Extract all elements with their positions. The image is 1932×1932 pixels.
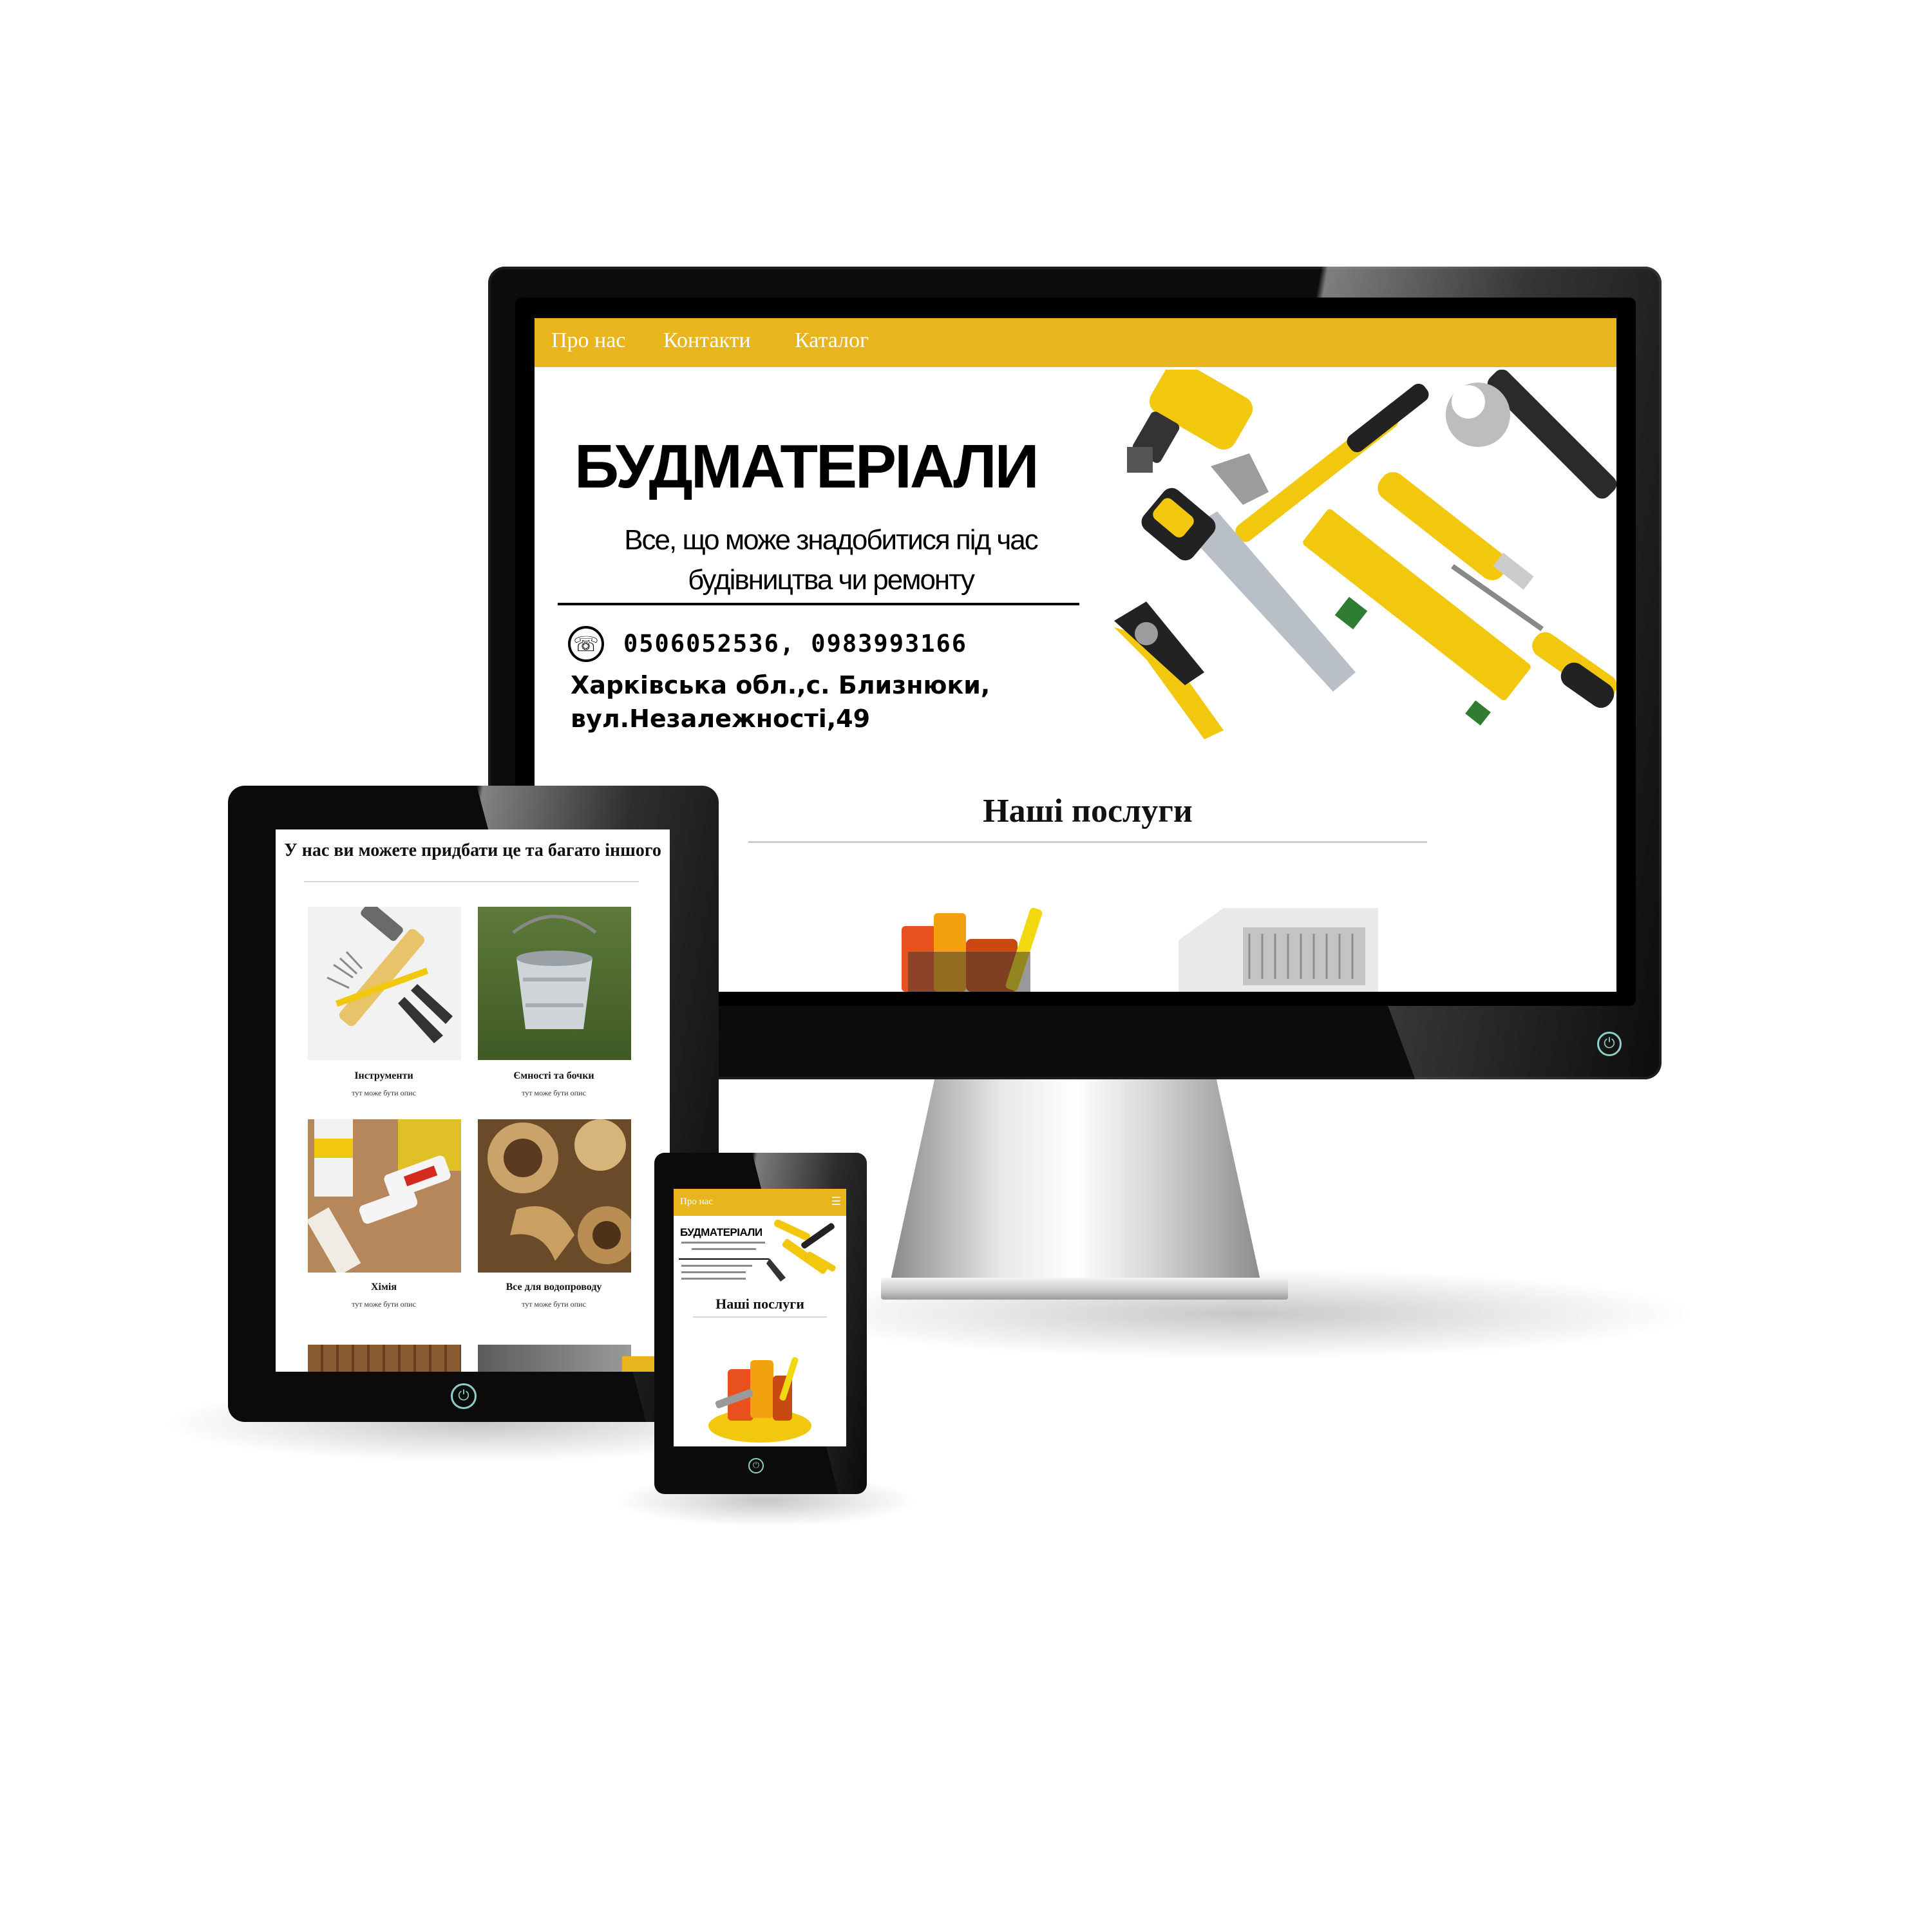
tools-illustration [1114, 370, 1616, 739]
product-title-tools[interactable]: Інструменти [300, 1070, 468, 1082]
air-conditioner-image [1179, 908, 1378, 992]
level-icon [1303, 509, 1531, 726]
product-title-plumbing[interactable]: Все для водопроводу [470, 1282, 638, 1293]
phone-tools-illustration [766, 1220, 836, 1282]
wrench-icon [1446, 370, 1616, 499]
hero-tagline-line1: Все, що може знадобитися під час [624, 524, 1039, 556]
tool-bag-image [902, 907, 1043, 992]
hero-title: БУДМАТЕРІАЛИ [574, 432, 1039, 501]
product-image-wood[interactable] [308, 1345, 461, 1372]
hero-tagline-line2: будівництва чи ремонту [688, 564, 975, 596]
product-title-chemistry[interactable]: Хімія [300, 1282, 468, 1293]
products-heading: У нас ви можете придбати це та багато ін… [284, 840, 661, 860]
product-image-plumbing[interactable] [478, 1119, 631, 1273]
phone-hero-tagline [692, 1248, 756, 1250]
hero-address-line2: вул.Незалежності,49 [571, 705, 871, 733]
monitor-power-icon[interactable]: ⏻ [1597, 1032, 1622, 1056]
product-image-tools[interactable] [308, 907, 461, 1060]
tablet-website: У нас ви можете придбати це та багато ін… [276, 829, 670, 1372]
services-heading: Наші послуги [983, 793, 1193, 829]
phone-power-icon[interactable]: ⏻ [748, 1458, 764, 1473]
nav-link-about[interactable]: Про нас [551, 328, 625, 353]
product-desc-containers: тут може бути опис [522, 1088, 586, 1097]
phone-nav-bar: Про нас ☰ [674, 1189, 846, 1216]
monitor-stand [890, 1079, 1261, 1283]
pliers-icon [1114, 601, 1224, 739]
phone-hero-contacts [681, 1278, 746, 1280]
tablet-power-icon[interactable]: ⏻ [451, 1383, 477, 1409]
products-divider [304, 881, 639, 882]
monitor-base [881, 1278, 1288, 1300]
phone-hero-divider [679, 1258, 769, 1260]
product-image-containers[interactable] [478, 907, 631, 1060]
product-image-metal[interactable] [478, 1345, 631, 1372]
hero-phone-numbers[interactable]: 0506052536, 0983993166 [623, 630, 967, 658]
phone-services-heading: Наші послуги [715, 1296, 804, 1312]
phone-hero-tagline [681, 1242, 765, 1244]
product-desc-plumbing: тут може бути опис [522, 1300, 586, 1309]
services-divider [748, 841, 1427, 843]
product-desc-tools: тут може бути опис [352, 1088, 416, 1097]
phone-nav-link-about[interactable]: Про нас [680, 1197, 713, 1208]
phone-tool-bag-image [708, 1357, 811, 1443]
phone-website: Про нас ☰ БУДМАТЕРІАЛИ Наші послуги [674, 1189, 846, 1446]
nav-link-catalog[interactable]: Каталог [795, 328, 869, 353]
phone-hero-contacts [681, 1265, 752, 1267]
product-desc-chemistry: тут може бути опис [352, 1300, 416, 1309]
product-title-containers[interactable]: Ємності та бочки [470, 1070, 638, 1082]
phone-hero-title: БУДМАТЕРІАЛИ [680, 1226, 762, 1238]
nav-link-contacts[interactable]: Контакти [663, 328, 751, 353]
product-image-chemistry[interactable] [308, 1119, 461, 1273]
hamburger-menu-icon[interactable]: ☰ [831, 1195, 841, 1208]
phone-icon: ☏ [568, 626, 604, 662]
hero-address-line1: Харківська обл.,с. Близнюки, [571, 671, 990, 699]
phone-services-divider [693, 1316, 827, 1318]
hero-divider [558, 603, 1079, 605]
site-nav-bar: Про нас Контакти Каталог [535, 318, 1616, 367]
phone-hero-contacts [681, 1271, 746, 1273]
